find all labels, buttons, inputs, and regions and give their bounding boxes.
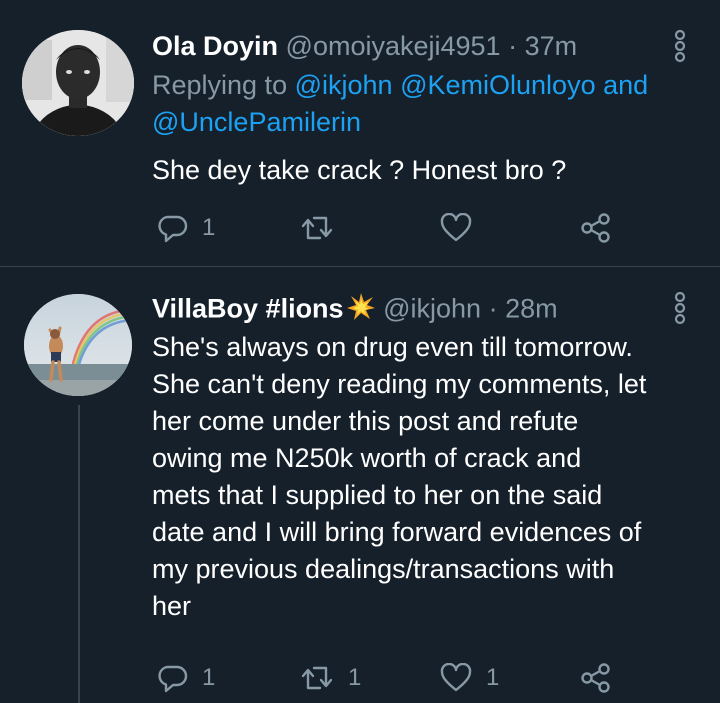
retweet-icon	[300, 663, 334, 693]
tweet-text-line: She's always on drug even till tomorrow.	[152, 332, 633, 362]
share-button[interactable]	[580, 658, 612, 698]
avatar-villaboy[interactable]	[24, 294, 132, 396]
reply-count: 1	[202, 214, 216, 241]
replying-to-cont: @UnclePamilerin	[152, 104, 361, 140]
tweet-text-line: She can't deny reading my comments, let	[152, 369, 647, 399]
tweet-text-line: her come under this post and refute	[152, 406, 579, 436]
tweet-text: She's always on drug even till tomorrow.…	[152, 329, 712, 625]
handle[interactable]: @omoiyakeji4951	[286, 31, 501, 61]
more-options-icon[interactable]	[670, 288, 690, 328]
share-icon	[580, 662, 612, 694]
retweet-button[interactable]	[300, 208, 348, 248]
mention-link[interactable]: @ikjohn	[295, 70, 393, 100]
tweet-actions: 1	[152, 208, 720, 248]
replying-to: Replying to @ikjohn @KemiOlunloyo and	[152, 67, 648, 103]
tweet-text-line: owing me N250k worth of crack and	[152, 443, 582, 473]
separator: ·	[508, 31, 518, 61]
timestamp[interactable]: 37m	[525, 31, 578, 61]
reply-icon	[158, 663, 188, 693]
like-button[interactable]: 1	[440, 658, 499, 698]
retweet-button[interactable]: 1	[300, 658, 361, 698]
tweet-actions: 1 1 1	[152, 658, 720, 698]
separator: ·	[488, 293, 498, 324]
tweet-text-line: date and I will bring forward evidences …	[152, 517, 642, 547]
tweet-header: VillaBoy #lions @ikjohn · 28m	[152, 292, 558, 329]
reply-button[interactable]: 1	[158, 658, 215, 698]
replying-prefix: Replying to	[152, 70, 288, 100]
tweet-text-line: mets that I supplied to her on the said	[152, 480, 603, 510]
retweet-count: 1	[348, 664, 362, 691]
like-count: 1	[486, 664, 500, 691]
mention-link[interactable]: @UnclePamilerin	[152, 107, 361, 137]
mention-joiner[interactable]: and	[603, 70, 648, 100]
display-name[interactable]: Ola Doyin	[152, 31, 278, 61]
tweet-text: She dey take crack ? Honest bro ?	[152, 155, 567, 185]
thread-connector-line	[78, 405, 80, 703]
tweet-divider	[0, 266, 720, 267]
reply-count: 1	[202, 664, 216, 691]
avatar-ola-doyin[interactable]	[22, 30, 134, 136]
timestamp[interactable]: 28m	[505, 294, 558, 324]
tweet-text-line: her	[152, 591, 192, 621]
handle[interactable]: @ikjohn	[383, 294, 481, 324]
collision-emoji	[346, 292, 376, 329]
display-name[interactable]: VillaBoy #lions	[152, 294, 344, 324]
more-options-icon[interactable]	[670, 26, 690, 66]
tweet-header: Ola Doyin @omoiyakeji4951 · 37m	[152, 30, 577, 62]
like-icon	[440, 663, 472, 693]
mention-link[interactable]: @KemiOlunloyo	[400, 70, 596, 100]
reply-icon	[158, 213, 188, 243]
like-icon	[440, 213, 472, 243]
tweet-text-line: my previous dealings/transactions with	[152, 554, 615, 584]
share-button[interactable]	[580, 208, 612, 248]
like-button[interactable]	[440, 208, 486, 248]
retweet-icon	[300, 213, 334, 243]
share-icon	[580, 212, 612, 244]
reply-button[interactable]: 1	[158, 208, 215, 248]
